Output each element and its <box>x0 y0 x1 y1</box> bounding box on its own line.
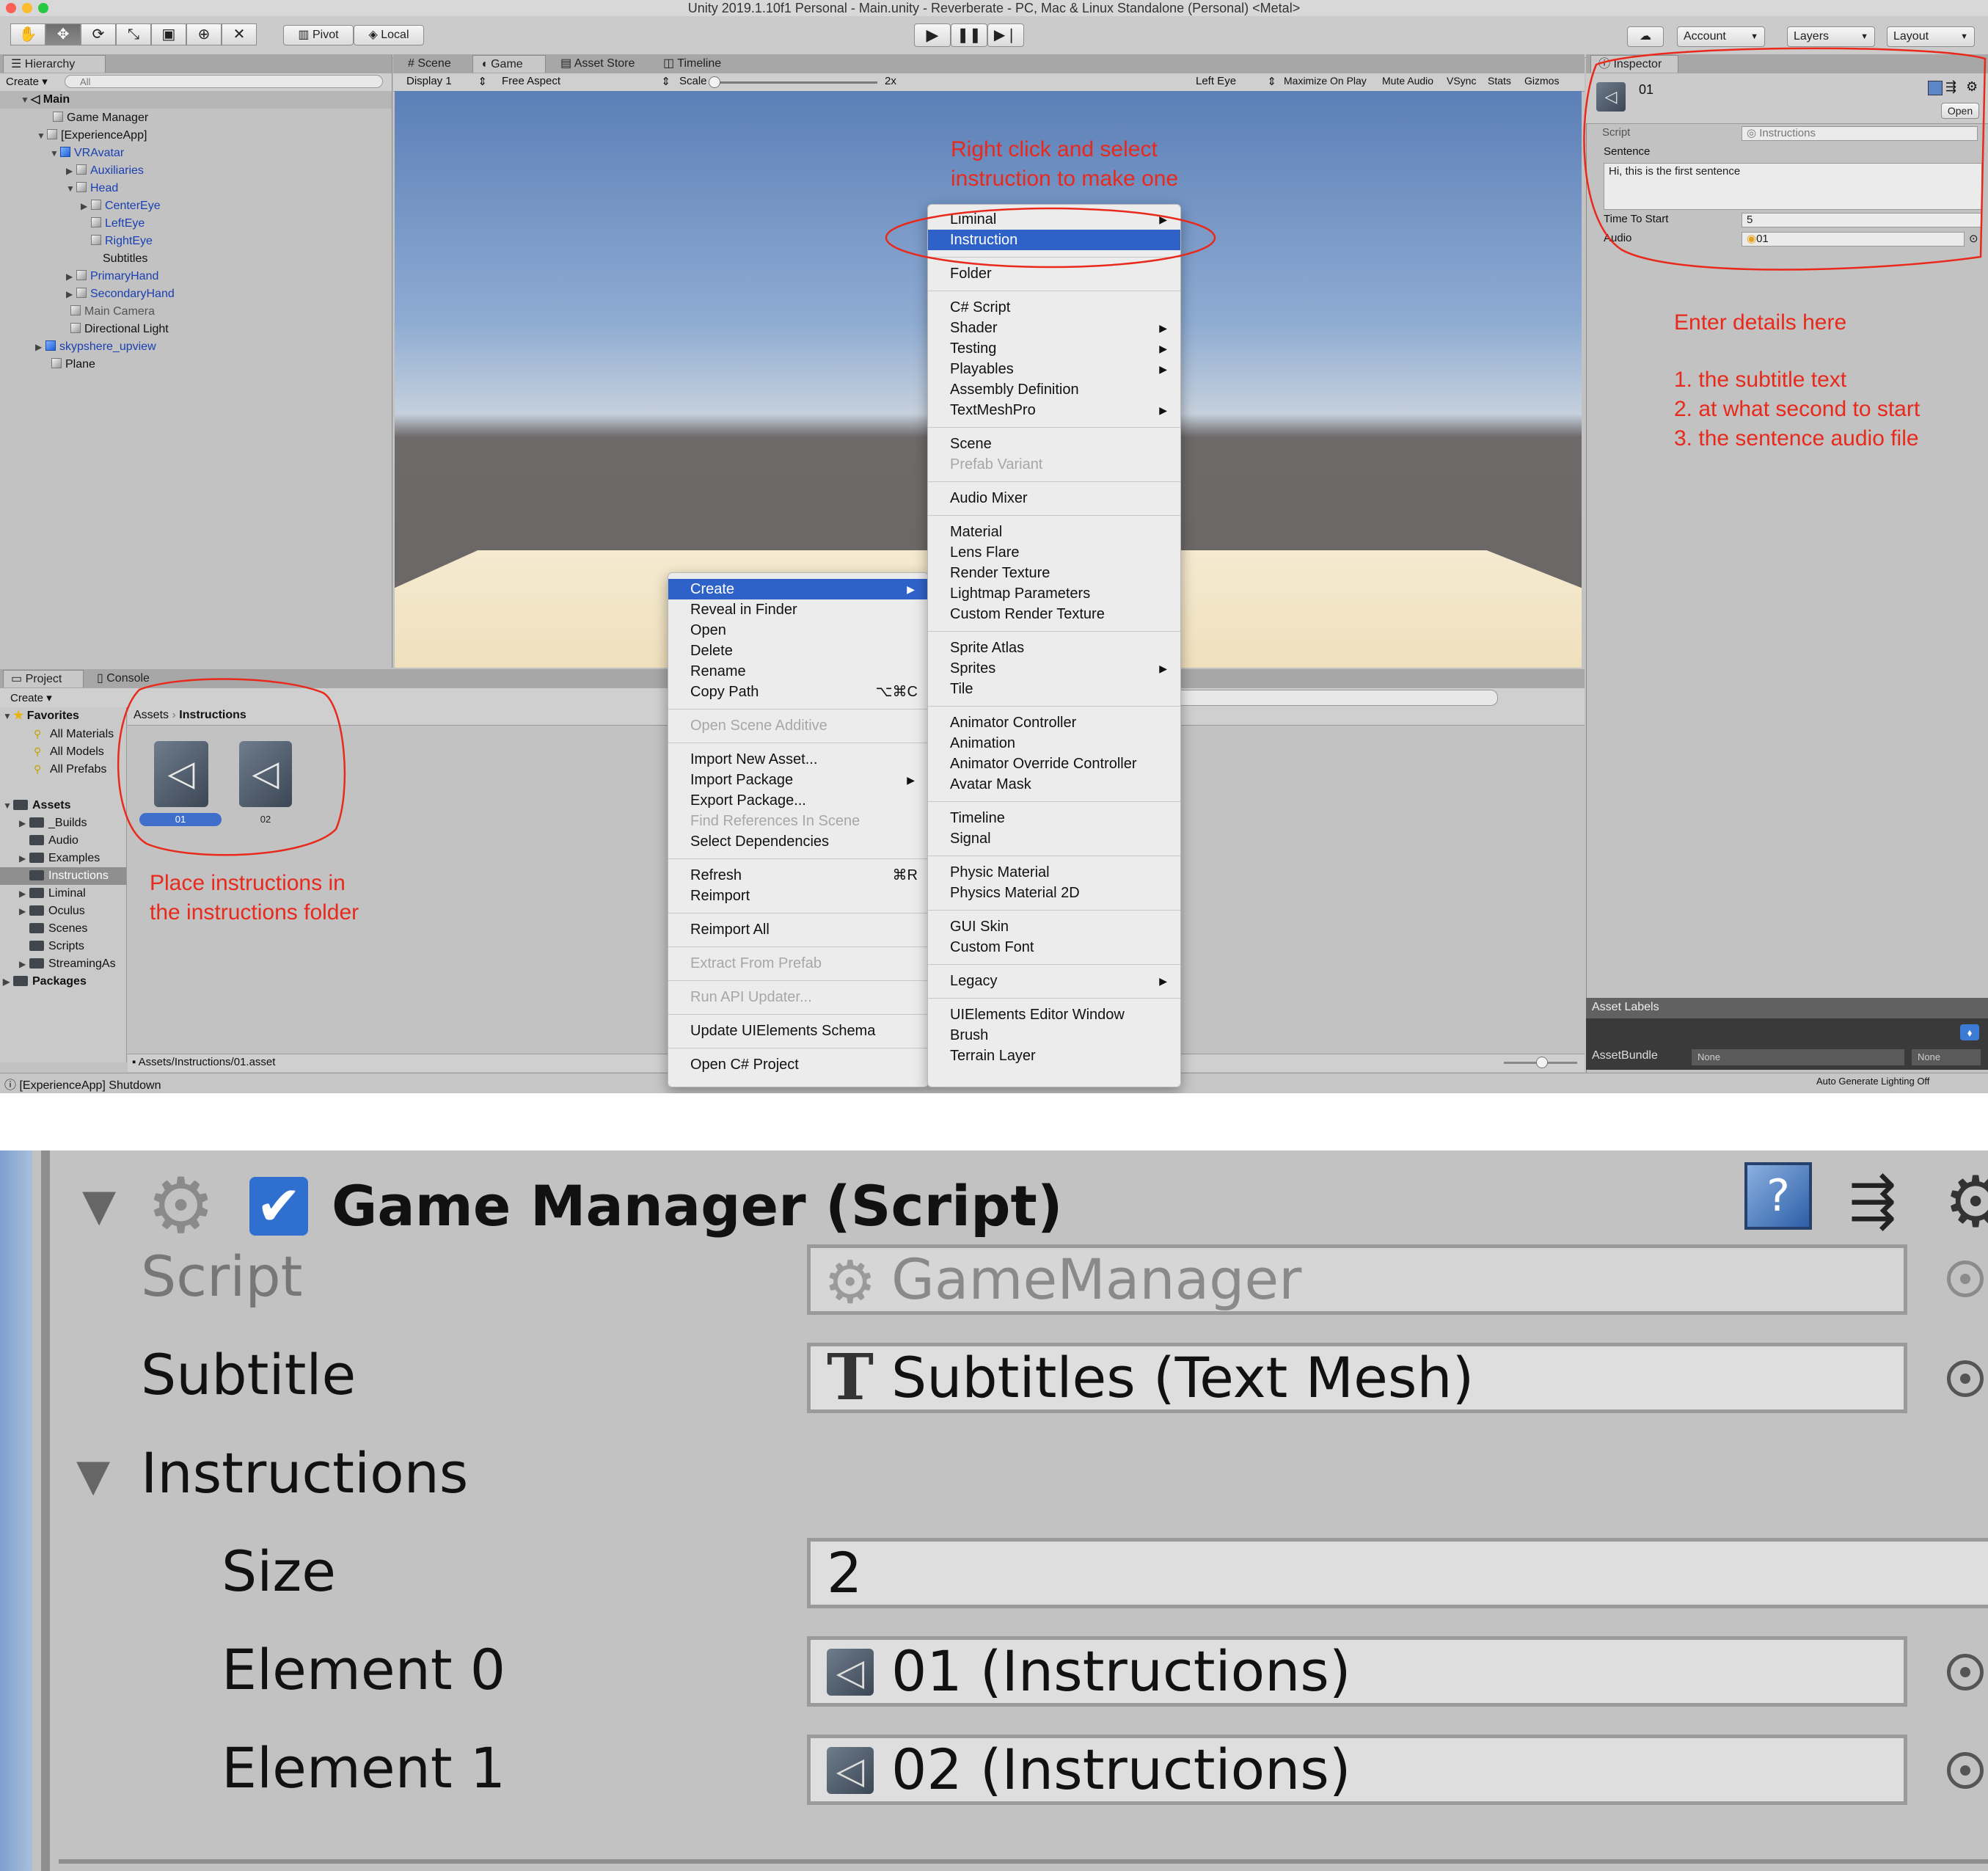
help-icon[interactable]: ? <box>1744 1162 1812 1230</box>
element1-field[interactable]: ◁ 02 (Instructions) <box>807 1735 1907 1805</box>
gear-icon: ⚙ <box>147 1161 216 1250</box>
zoomed-game-manager-inspector: ▼ ⚙ ✔ Game Manager (Script) ? ⇶ ⚙ Script… <box>0 1150 1988 1871</box>
circle-inspector-fields <box>1583 47 1987 271</box>
presets-icon[interactable]: ⇶ <box>1849 1168 1896 1234</box>
annotation-circles <box>117 47 1987 856</box>
size-input[interactable]: 2 <box>807 1538 1988 1608</box>
collapse-triangle-icon[interactable]: ▼ <box>76 1450 110 1501</box>
script-field: ⚙ GameManager <box>807 1244 1907 1315</box>
gear-menu-icon[interactable]: ⚙ <box>1944 1161 1988 1243</box>
panel-divider <box>41 1150 50 1871</box>
object-picker-icon[interactable] <box>1947 1752 1984 1789</box>
script-gear-icon: ⚙ <box>824 1248 877 1316</box>
text-mesh-icon: T <box>827 1341 874 1415</box>
instruction-asset-icon: ◁ <box>827 1649 874 1696</box>
object-picker-icon[interactable] <box>1947 1360 1984 1397</box>
left-window-edge <box>0 1150 32 1871</box>
component-title: Game Manager (Script) <box>332 1173 1063 1239</box>
element1-label: Element 1 <box>222 1735 506 1801</box>
size-label: Size <box>222 1539 337 1604</box>
script-label: Script <box>141 1244 303 1309</box>
element0-value: 01 (Instructions) <box>891 1638 1351 1704</box>
element0-field[interactable]: ◁ 01 (Instructions) <box>807 1636 1907 1707</box>
subtitle-field[interactable]: T Subtitles (Text Mesh) <box>807 1343 1907 1413</box>
collapse-triangle-icon[interactable]: ▼ <box>82 1180 116 1231</box>
element1-value: 02 (Instructions) <box>891 1737 1351 1802</box>
object-picker-icon[interactable] <box>1947 1654 1984 1691</box>
instructions-label: Instructions <box>141 1440 469 1506</box>
element0-label: Element 0 <box>222 1637 506 1702</box>
enabled-checkbox[interactable]: ✔ <box>249 1177 308 1236</box>
instruction-asset-icon: ◁ <box>827 1747 874 1794</box>
unity-editor-screenshot: Unity 2019.1.10f1 Personal - Main.unity … <box>0 0 1988 1093</box>
script-value: GameManager <box>891 1247 1302 1312</box>
subtitle-value: Subtitles (Text Mesh) <box>891 1345 1474 1410</box>
circle-instruction-assets <box>117 678 346 856</box>
bottom-divider <box>59 1859 1988 1864</box>
subtitle-label: Subtitle <box>141 1342 357 1407</box>
object-picker-icon <box>1947 1261 1984 1297</box>
circle-instruction-item <box>885 207 1216 269</box>
